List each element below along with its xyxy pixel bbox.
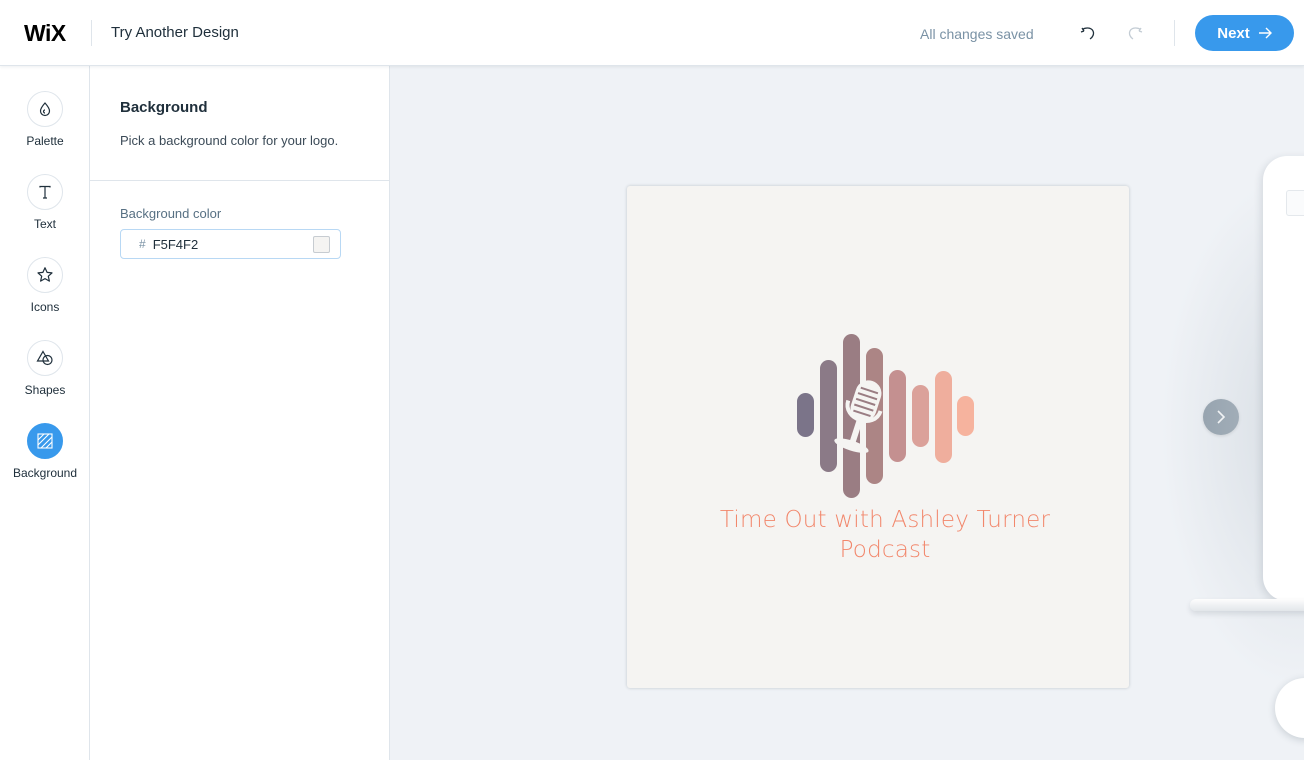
hex-color-input[interactable]	[152, 236, 293, 252]
color-swatch[interactable]	[313, 236, 330, 253]
tool-rail: Palette Text Icons Shapes Background	[0, 66, 90, 760]
arrow-right-icon	[1258, 27, 1272, 39]
background-color-label: Background color	[120, 206, 222, 221]
palette-icon	[27, 91, 63, 127]
rail-item-shapes[interactable]: Shapes	[0, 340, 90, 416]
rail-item-icons[interactable]: Icons	[0, 257, 90, 333]
star-icon	[27, 257, 63, 293]
wave-bar	[912, 385, 929, 447]
background-icon	[27, 423, 63, 459]
device-mockup	[1263, 156, 1304, 601]
panel-divider	[90, 180, 389, 181]
sound-wave-bars	[797, 334, 974, 498]
next-button-label: Next	[1217, 24, 1250, 42]
save-status: All changes saved	[920, 26, 1034, 42]
wix-logo[interactable]: WiX	[24, 21, 66, 45]
next-button[interactable]: Next	[1195, 15, 1294, 51]
podcast-logo-graphic	[797, 334, 974, 498]
rail-label: Shapes	[24, 383, 66, 397]
wave-bar	[935, 371, 952, 463]
rail-item-palette[interactable]: Palette	[0, 91, 90, 167]
device-mockup-base	[1190, 599, 1304, 611]
undo-icon[interactable]	[1077, 22, 1099, 44]
rail-item-text[interactable]: Text	[0, 174, 90, 250]
text-icon	[27, 174, 63, 210]
panel-description: Pick a background color for your logo.	[120, 133, 339, 148]
try-another-design-link[interactable]: Try Another Design	[111, 24, 239, 42]
shapes-icon	[27, 340, 63, 376]
background-panel: Background Pick a background color for y…	[90, 66, 390, 760]
wave-bar	[820, 360, 837, 472]
rail-label: Text	[33, 217, 56, 231]
rail-label: Background	[12, 466, 78, 480]
top-bar: WiX Try Another Design All changes saved…	[0, 0, 1304, 66]
device-mockup-screen	[1286, 190, 1304, 216]
logo-name-line: Podcast	[839, 537, 931, 563]
panel-title: Background	[120, 99, 208, 116]
wave-bar	[797, 393, 814, 437]
rail-label: Icons	[30, 300, 60, 314]
header-divider	[91, 20, 92, 46]
header-divider	[1174, 20, 1175, 46]
rail-item-background[interactable]: Background	[0, 423, 90, 499]
hash-prefix: #	[139, 237, 146, 251]
redo-icon[interactable]	[1124, 22, 1146, 44]
rail-label: Palette	[26, 134, 64, 148]
logo-name-text[interactable]: Time Out with Ashley Turner Podcast	[627, 505, 1143, 565]
wave-bar	[889, 370, 906, 462]
wave-bar	[957, 396, 974, 436]
logo-name-line: Time Out with Ashley Turner	[719, 507, 1051, 533]
background-color-field[interactable]: #	[120, 229, 341, 259]
